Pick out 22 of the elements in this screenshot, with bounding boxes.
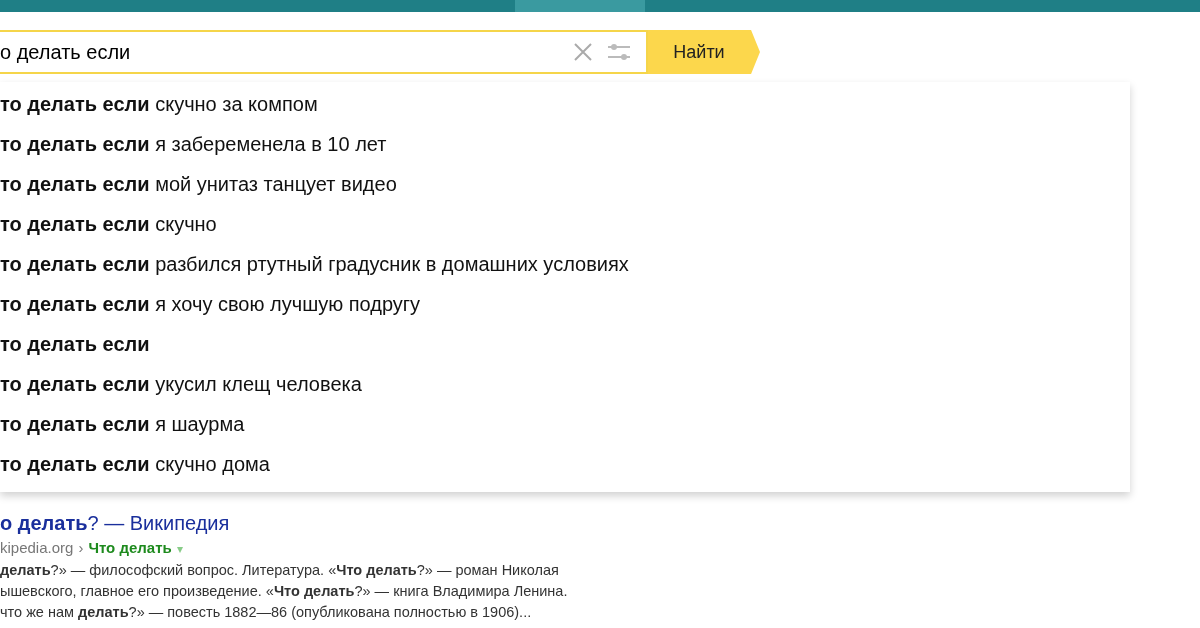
suggestion-item[interactable]: то делать если я забеременела в 10 лет [0,124,1130,164]
search-box[interactable]: о делать если [0,30,648,74]
snippet-line: что же нам делать?» — повесть 1882—86 (опубликована полностью в 1906)... [0,603,533,622]
suggestion-item[interactable]: то делать если я хочу свою лучшую подругу [0,284,1130,324]
suggestion-item[interactable]: то делать если скучно дома [0,444,1130,484]
suggestion-item[interactable]: то делать если скучно [0,204,1130,244]
breadcrumb-link[interactable]: Что делать [88,539,172,556]
suggestion-item[interactable]: то делать если [0,324,1130,364]
suggestion-item[interactable]: то делать если я шаурма [0,404,1130,444]
sliders-icon[interactable] [606,41,632,63]
search-button[interactable]: Найти [648,30,760,74]
close-icon[interactable] [574,43,592,61]
search-field[interactable]: о делать если [0,40,574,64]
result-title-link[interactable]: о делать? — Википедия [0,512,1200,535]
result-domain: kipedia.org [0,539,74,556]
snippet-line: делать?» — философский вопрос. Литература. «Что делать?» — роман Николая [0,561,560,580]
snippet-line: ышевского, главное его произведение. «Что делать?» — книга Владимира Ленина. [0,582,569,601]
suggestion-item[interactable]: то делать если скучно за компом [0,84,1130,124]
suggestion-item[interactable]: то делать если укусил клещ человека [0,364,1130,404]
breadcrumb-separator: › [78,539,84,556]
suggestion-item[interactable]: то делать если мой унитаз танцует видео [0,164,1130,204]
suggestion-item[interactable]: то делать если разбился ртутный градусник в домашних условиях [0,244,1130,284]
